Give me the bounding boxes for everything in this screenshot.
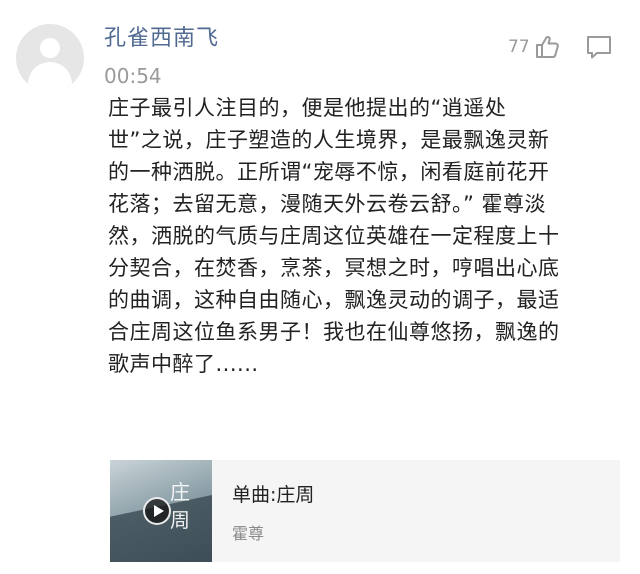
comment-line: 的曲调，这种自由随心，飘逸灵动的调子，最适 [108, 288, 560, 312]
username[interactable]: 孔雀西南飞 [104, 24, 219, 54]
avatar-head-shape [40, 38, 60, 58]
song-artist: 霍尊 [232, 524, 265, 543]
comment-line: 花落；去留无意，漫随天外云卷云舒。” 霍尊淡 [108, 192, 547, 216]
comment-line: 歌声中醉了...... [108, 352, 259, 376]
avatar-body-shape [28, 62, 72, 92]
comment-time: 00:54 [104, 64, 162, 88]
comment-icon[interactable] [585, 34, 613, 60]
comment-line: 然，洒脱的气质与庄周这位英雄在一定程度上十 [108, 224, 560, 248]
comment-line: 合庄周这位鱼系男子！我也在仙尊悠扬，飘逸的 [108, 320, 560, 344]
like-count: 77 [508, 37, 530, 57]
music-card[interactable]: 庄周 单曲:庄周 霍尊 [110, 460, 620, 562]
comment-line: 分契合，在焚香，烹茶，冥想之时，哼唱出心底 [108, 256, 560, 280]
comment-text: 庄子最引人注目的，便是他提出的“逍遥处 世”之说，庄子塑造的人生境界，是最飘逸灵… [108, 92, 628, 380]
comment-line: 庄子最引人注目的，便是他提出的“逍遥处 [108, 96, 507, 120]
thumbs-up-icon[interactable] [534, 34, 560, 60]
song-title: 单曲:庄周 [232, 484, 315, 506]
avatar[interactable] [16, 24, 84, 92]
comment-line: 世”之说，庄子塑造的人生境界，是最飘逸灵新 [108, 128, 550, 152]
play-icon[interactable] [143, 497, 171, 525]
cover-title-art: 庄周 [170, 480, 190, 532]
like-button[interactable]: 77 [508, 34, 560, 60]
comment-line: 的一种洒脱。正所谓“宠辱不惊，闲看庭前花开 [108, 160, 550, 184]
album-cover[interactable]: 庄周 [110, 460, 212, 562]
